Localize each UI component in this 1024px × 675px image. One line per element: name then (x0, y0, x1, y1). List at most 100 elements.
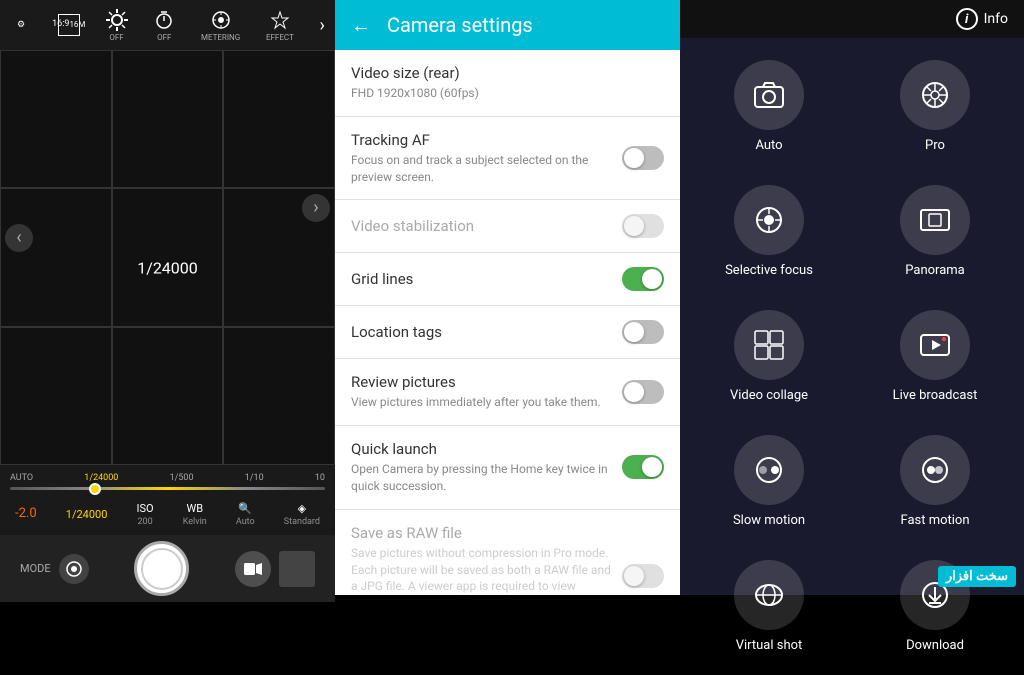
mode-item-pro[interactable]: Pro (856, 48, 1014, 165)
wb-control[interactable]: WB Kelvin (183, 502, 207, 527)
mode-panel-header: i Info (680, 0, 1024, 38)
mode-label: MODE (20, 562, 51, 575)
expand-icon[interactable]: › (320, 15, 325, 36)
scale-4: 10 (315, 473, 325, 483)
mode-icon-virtual-shot (734, 560, 804, 630)
metering-icon[interactable]: METERING (201, 9, 240, 42)
mode-item-slow-motion[interactable]: Slow motion (690, 423, 848, 540)
camera-toolbar: ⚙ 16:916M OFF OFF METERING E (0, 0, 335, 50)
mode-icon-live-broadcast (900, 310, 970, 380)
settings-header: ← Camera settings (335, 0, 680, 50)
setting-title-grid-lines: Grid lines (351, 270, 612, 288)
mode-label-slow-motion: Slow motion (733, 513, 805, 528)
setting-sub-video-size: FHD 1920x1080 (60fps) (351, 85, 664, 102)
mode-label-video-collage: Video collage (730, 388, 808, 403)
timer-icon[interactable]: OFF (153, 9, 175, 42)
mode-label-auto: Auto (755, 138, 782, 153)
info-label: Info (984, 11, 1008, 27)
scale-auto: AUTO (10, 473, 33, 483)
toggle-thumb-review-pictures (624, 382, 644, 402)
settings-item-video-stabilization[interactable]: Video stabilization (335, 200, 680, 253)
iso-control[interactable]: ISO 200 (137, 502, 154, 527)
mode-icon-selective-focus (734, 185, 804, 255)
scale-2: 1/500 (170, 473, 194, 483)
ratio-selector[interactable]: 16:916M (58, 14, 80, 36)
setting-title-video-size: Video size (rear) (351, 64, 664, 82)
settings-item-grid-lines[interactable]: Grid lines (335, 253, 680, 306)
scale-1: 1/24000 (84, 473, 118, 483)
exposure-control[interactable]: -2.0 (15, 506, 37, 523)
mode-item-auto[interactable]: Auto (690, 48, 848, 165)
mode-item-panorama[interactable]: Panorama (856, 173, 1014, 290)
settings-item-quick-launch[interactable]: Quick launch Open Camera by pressing the … (335, 426, 680, 510)
af-control[interactable]: 🔍 Auto (236, 502, 255, 527)
settings-title: Camera settings (387, 13, 533, 37)
watermark: سخت افزار (938, 566, 1016, 587)
tone-control[interactable]: ◈ Standard (284, 502, 320, 527)
mode-item-selective-focus[interactable]: Selective focus (690, 173, 848, 290)
mode-icon-slow-motion (734, 435, 804, 505)
settings-icon[interactable]: ⚙ (10, 14, 32, 36)
gallery-thumbnail[interactable] (279, 551, 315, 587)
settings-item-video-size: Video size (rear) FHD 1920x1080 (60fps) (335, 50, 680, 117)
back-button[interactable]: ← (351, 13, 371, 38)
mode-label-selective-focus: Selective focus (725, 263, 813, 278)
mode-item-live-broadcast[interactable]: Live broadcast (856, 298, 1014, 415)
prev-chevron[interactable]: ‹ (5, 224, 33, 252)
mode-item-virtual-shot[interactable]: Virtual shot (690, 548, 848, 665)
camera-bottom-controls: AUTO 1/24000 1/500 1/10 10 -2.0 1/24000 … (0, 465, 335, 595)
toggle-location-tags[interactable] (622, 320, 664, 344)
toggle-save-raw (622, 564, 664, 588)
settings-panel: ← Camera settings Video size (rear) FHD 1… (335, 0, 680, 595)
toggle-quick-launch[interactable] (622, 455, 664, 479)
mode-icon-auto (734, 60, 804, 130)
setting-title-tracking-af: Tracking AF (351, 131, 612, 149)
mode-icon-fast-motion (900, 435, 970, 505)
effect-icon[interactable]: EFFECT (266, 9, 294, 42)
settings-item-tracking-af[interactable]: Tracking AF Focus on and track a subject … (335, 117, 680, 201)
toggle-thumb-tracking-af (624, 148, 644, 168)
next-chevron[interactable]: › (302, 194, 330, 222)
setting-sub-tracking-af: Focus on and track a subject selected on… (351, 152, 612, 186)
settings-item-save-raw[interactable]: Save as RAW file Save pictures without co… (335, 510, 680, 595)
mode-item-fast-motion[interactable]: Fast motion (856, 423, 1014, 540)
setting-title-review-pictures: Review pictures (351, 373, 612, 391)
setting-title-save-raw: Save as RAW file (351, 524, 612, 542)
toggle-thumb-location-tags (624, 322, 644, 342)
shutter-value-display: 1/24000 (137, 258, 198, 277)
mode-icon-panorama (900, 185, 970, 255)
toggle-grid-lines[interactable] (622, 267, 664, 291)
mode-icon-video-collage (734, 310, 804, 380)
toggle-tracking-af[interactable] (622, 146, 664, 170)
settings-item-location-tags[interactable]: Location tags (335, 306, 680, 359)
shutter-scale-bar[interactable] (10, 487, 325, 490)
toggle-video-stabilization (622, 214, 664, 238)
video-mode-button[interactable] (235, 551, 271, 587)
camera-bottom-bar: MODE (0, 535, 335, 602)
hdr-toggle[interactable]: OFF (106, 9, 128, 42)
toggle-thumb-quick-launch (642, 457, 662, 477)
mode-label-fast-motion: Fast motion (900, 513, 969, 528)
mode-item-video-collage[interactable]: Video collage (690, 298, 848, 415)
toggle-review-pictures[interactable] (622, 380, 664, 404)
setting-title-video-stabilization: Video stabilization (351, 217, 612, 235)
mode-icon-pro (900, 60, 970, 130)
setting-sub-quick-launch: Open Camera by pressing the Home key twi… (351, 461, 612, 495)
info-icon: i (956, 8, 978, 30)
mode-selector-icon[interactable] (59, 554, 89, 584)
setting-sub-save-raw: Save pictures without compression in Pro… (351, 545, 612, 595)
info-button[interactable]: i Info (956, 8, 1008, 30)
toggle-thumb-grid-lines (642, 269, 662, 289)
settings-item-review-pictures[interactable]: Review picturesView pictures immediately… (335, 359, 680, 426)
settings-list: Video size (rear) FHD 1920x1080 (60fps) Tr… (335, 50, 680, 595)
mode-label-panorama: Panorama (905, 263, 965, 278)
toggle-thumb-video-stabilization (624, 216, 644, 236)
scale-3: 1/10 (245, 473, 264, 483)
camera-viewfinder: ⚙ 16:916M OFF OFF METERING E (0, 0, 335, 595)
mode-label-live-broadcast: Live broadcast (893, 388, 978, 403)
setting-title-quick-launch: Quick launch (351, 440, 612, 458)
shutter-button[interactable] (134, 541, 189, 596)
mode-label-download: Download (906, 638, 964, 653)
shutter-control[interactable]: 1/24000 (66, 508, 108, 521)
toggle-thumb-save-raw (624, 566, 644, 586)
